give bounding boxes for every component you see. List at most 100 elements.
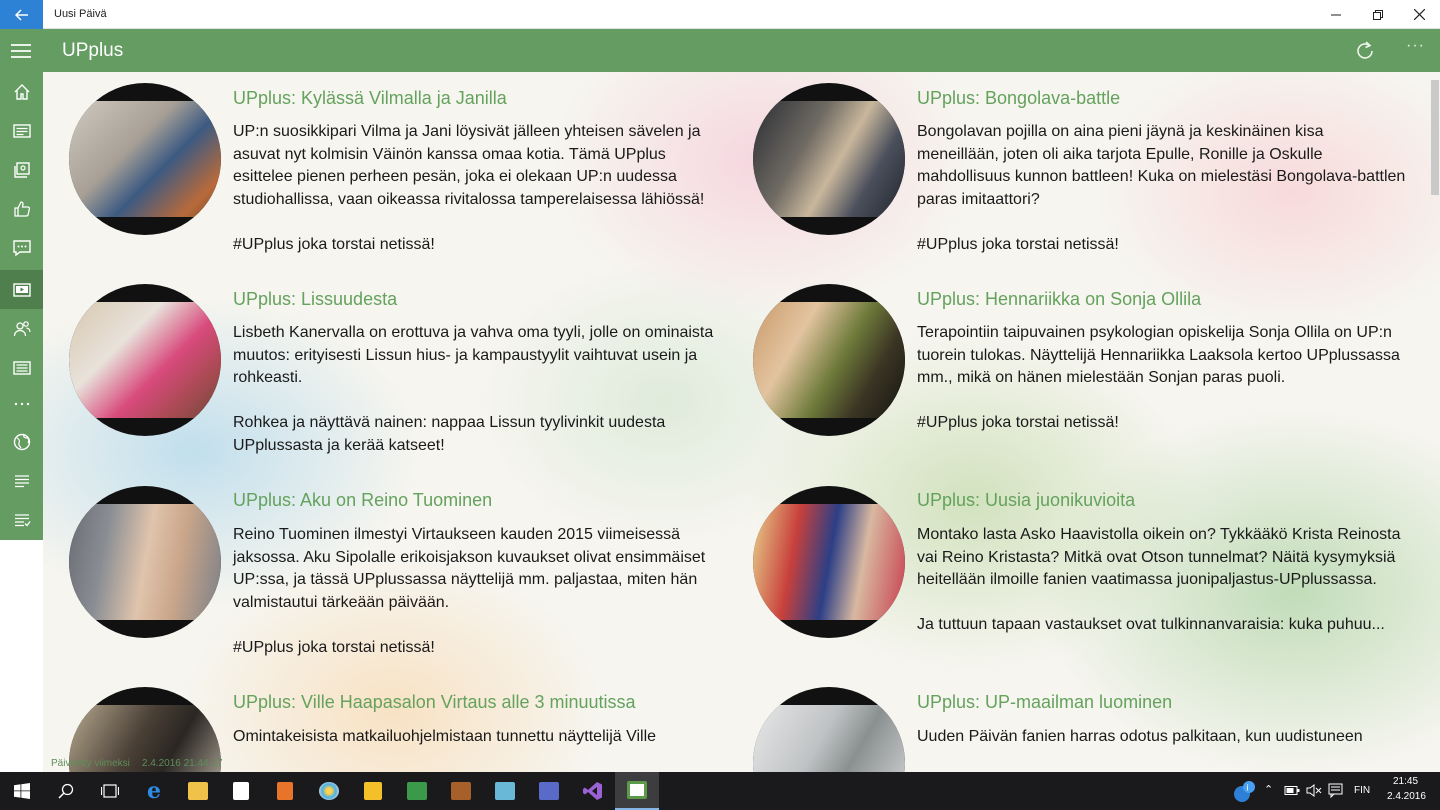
taskbar-media-player[interactable] bbox=[263, 772, 307, 810]
article-summary: Reino Tuominen ilmestyi Virtaukseen kaud… bbox=[233, 526, 706, 656]
svg-text:i: i bbox=[1247, 783, 1249, 793]
calendar-icon bbox=[407, 782, 427, 800]
article-thumbnail[interactable] bbox=[753, 83, 905, 235]
article-thumbnail[interactable] bbox=[753, 687, 905, 772]
article-title[interactable]: UPplus: Uusia juonikuvioita bbox=[917, 490, 1135, 511]
task-view-icon bbox=[101, 784, 119, 798]
newspaper-icon bbox=[12, 123, 31, 138]
refresh-button[interactable] bbox=[1352, 38, 1378, 64]
video-icon bbox=[12, 282, 31, 297]
minimize-icon bbox=[1331, 14, 1341, 15]
sidebar-nav bbox=[0, 72, 43, 540]
windows-logo-icon bbox=[14, 783, 30, 799]
more-dots-icon bbox=[14, 402, 29, 405]
sidebar-item-gallery[interactable] bbox=[0, 150, 43, 189]
taskbar-file-explorer[interactable] bbox=[176, 772, 220, 810]
article-title[interactable]: UPplus: Bongolava-battle bbox=[917, 88, 1120, 109]
edge-icon: e bbox=[147, 778, 161, 804]
uusi-paiva-app-icon bbox=[627, 781, 647, 799]
people-icon bbox=[13, 320, 31, 336]
article-title[interactable]: UPplus: Lissuudesta bbox=[233, 289, 397, 310]
sidebar-item-feed[interactable] bbox=[0, 500, 43, 539]
sidebar-item-web[interactable] bbox=[0, 422, 43, 461]
article-title[interactable]: UPplus: Hennariikka on Sonja Ollila bbox=[917, 289, 1201, 310]
battery-icon[interactable] bbox=[1284, 785, 1300, 796]
diagram-icon bbox=[539, 782, 559, 800]
article-thumbnail[interactable] bbox=[69, 284, 221, 436]
taskbar-app-diagram[interactable] bbox=[527, 772, 571, 810]
article-thumbnail[interactable] bbox=[753, 284, 905, 436]
restore-button[interactable] bbox=[1358, 0, 1398, 29]
chest-icon bbox=[451, 782, 471, 800]
taskbar-uusi-paiva[interactable] bbox=[615, 772, 659, 810]
restore-icon bbox=[1373, 9, 1383, 20]
taskbar-app-green[interactable] bbox=[395, 772, 439, 810]
taskbar-app-paint[interactable] bbox=[307, 772, 351, 810]
article-title[interactable]: UPplus: UP-maailman luominen bbox=[917, 692, 1172, 713]
globe-icon bbox=[13, 433, 30, 450]
article-icon bbox=[12, 360, 31, 375]
article-summary: Montako lasta Asko Haavistolla oikein on… bbox=[917, 526, 1401, 633]
article-summary: Lisbeth Kanervalla on erottuva ja vahva … bbox=[233, 324, 714, 454]
search-button[interactable] bbox=[44, 772, 88, 810]
minimize-button[interactable] bbox=[1316, 0, 1356, 29]
article-thumbnail[interactable] bbox=[69, 486, 221, 638]
taskbar-edge[interactable]: e bbox=[132, 772, 176, 810]
article-summary: Omintakeisista matkailuohjelmistaan tunn… bbox=[233, 728, 657, 745]
visual-studio-icon bbox=[583, 782, 602, 800]
thumbs-up-icon bbox=[13, 200, 30, 217]
app-header: UPplus ··· bbox=[0, 29, 1440, 72]
sidebar-item-news[interactable] bbox=[0, 111, 43, 150]
notes-icon bbox=[364, 782, 382, 800]
scrollbar-thumb[interactable] bbox=[1431, 80, 1439, 195]
article-title[interactable]: UPplus: Kylässä Vilmalla ja Janilla bbox=[233, 88, 507, 109]
task-view-button[interactable] bbox=[88, 772, 132, 810]
article-title[interactable]: UPplus: Ville Haapasalon Virtaus alle 3 … bbox=[233, 692, 636, 713]
store-icon bbox=[233, 782, 249, 800]
sidebar-item-characters[interactable] bbox=[0, 309, 43, 348]
article-thumbnail[interactable] bbox=[753, 486, 905, 638]
taskbar-visual-studio[interactable] bbox=[571, 772, 615, 810]
feed-icon bbox=[14, 513, 31, 526]
chevron-up-icon[interactable]: ⌃ bbox=[1264, 783, 1273, 796]
text-lines-icon bbox=[14, 474, 29, 487]
book-icon bbox=[495, 782, 515, 800]
clock-date[interactable]: 2.4.2016 bbox=[1387, 791, 1426, 802]
more-options-button[interactable]: ··· bbox=[1406, 37, 1425, 55]
last-updated-label: Päivitetty viimeksi bbox=[51, 758, 130, 769]
start-button[interactable] bbox=[0, 772, 44, 810]
taskbar-store[interactable] bbox=[219, 772, 263, 810]
search-icon bbox=[58, 783, 74, 799]
gallery-icon bbox=[13, 161, 30, 178]
last-updated-timestamp: 2.4.2016 21.44.17 bbox=[141, 758, 223, 769]
sidebar-item-home[interactable] bbox=[0, 72, 43, 111]
media-icon bbox=[277, 782, 293, 800]
hamburger-menu-button[interactable] bbox=[11, 44, 31, 58]
sidebar-item-likes[interactable] bbox=[0, 189, 43, 228]
paint-icon bbox=[319, 782, 339, 800]
article-title[interactable]: UPplus: Aku on Reino Tuominen bbox=[233, 490, 492, 511]
sidebar-item-comments[interactable] bbox=[0, 228, 43, 267]
close-button[interactable] bbox=[1399, 0, 1439, 29]
sidebar-item-list[interactable] bbox=[0, 461, 43, 500]
clock-time[interactable]: 21:45 bbox=[1393, 776, 1418, 787]
sidebar-item-more[interactable] bbox=[0, 384, 43, 423]
page-title: UPplus bbox=[62, 40, 124, 61]
last-updated-status: Päivitetty viimeksi 2.4.2016 21.44.17 bbox=[51, 758, 223, 769]
language-indicator[interactable]: FIN bbox=[1354, 785, 1370, 796]
taskbar: e i ⌃ FIN 21:45 2.4.2016 bbox=[0, 772, 1440, 810]
taskbar-sticky-notes[interactable] bbox=[351, 772, 395, 810]
back-button[interactable] bbox=[0, 0, 43, 29]
sidebar-item-upplus[interactable] bbox=[0, 270, 43, 309]
window-title: Uusi Päivä bbox=[54, 8, 107, 20]
article-summary: UP:n suosikkipari Vilma ja Jani löysivät… bbox=[233, 123, 705, 253]
notification-badge-icon: i bbox=[1234, 781, 1255, 802]
sidebar-item-articles[interactable] bbox=[0, 348, 43, 387]
article-summary: Uuden Päivän fanien harras odotus palkit… bbox=[917, 728, 1363, 745]
taskbar-app-blue[interactable] bbox=[483, 772, 527, 810]
article-list: UPplus: Kylässä Vilmalla ja Janilla UP:n… bbox=[43, 72, 1440, 772]
action-center-icon[interactable] bbox=[1328, 783, 1343, 798]
taskbar-app-chest[interactable] bbox=[439, 772, 483, 810]
article-thumbnail[interactable] bbox=[69, 83, 221, 235]
volume-mute-icon[interactable] bbox=[1306, 784, 1322, 797]
